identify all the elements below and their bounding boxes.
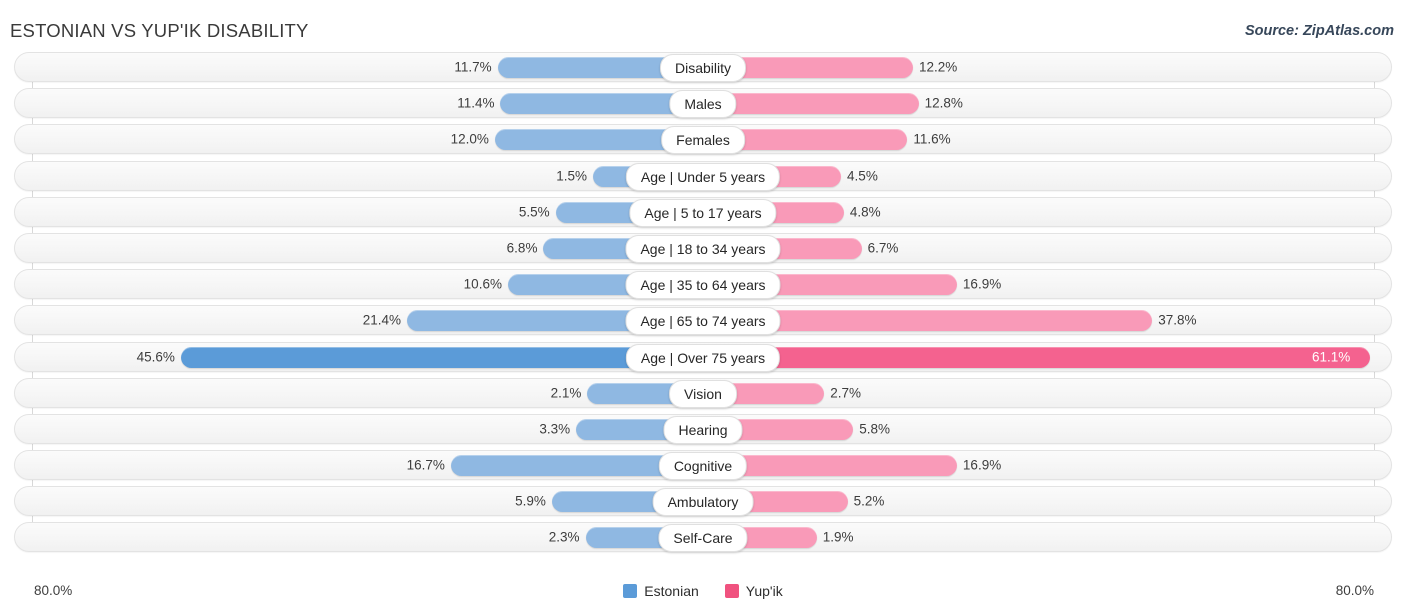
value-label-yupik: 2.7% [830,385,861,401]
value-label-estonian: 2.3% [548,529,580,545]
legend-item[interactable]: Yup'ik [724,580,783,602]
value-label-yupik: 12.2% [919,59,958,75]
value-label-yupik: 6.7% [867,240,899,256]
table-row[interactable]: 10.6% 16.9% Age | 35 to 64 years [14,269,1392,300]
category-label-pill: Hearing [663,415,743,444]
value-label-estonian: 1.5% [556,168,587,184]
category-label-pill: Males [669,90,737,119]
value-label-yupik: 61.1% [1312,349,1351,364]
value-label-estonian: 2.1% [550,385,582,401]
value-label-estonian: 3.3% [539,421,571,437]
value-label-yupik: 4.8% [849,204,881,220]
bar-yupik [703,346,1370,368]
table-row[interactable]: 2.1% 2.7% Vision [14,377,1392,408]
value-label-estonian: 16.7% [406,457,445,473]
legend-label: Yup'ik [745,583,783,599]
table-row[interactable]: 11.4% 12.8% Males [14,88,1392,119]
value-label-yupik: 5.2% [853,493,885,509]
category-label-pill: Age | 65 to 74 years [625,307,781,336]
legend-label: Estonian [644,583,699,599]
table-row[interactable]: 6.8% 6.7% Age | 18 to 34 years [14,232,1392,263]
table-row[interactable]: 21.4% 37.8% Age | 65 to 74 years [14,305,1392,336]
value-label-estonian: 5.5% [518,204,550,220]
bar-estonian [180,346,703,368]
source-attribution: Source: ZipAtlas.com [1244,23,1394,39]
value-label-yupik: 16.9% [962,457,1002,473]
category-label-pill: Disability [659,54,747,82]
value-label-estonian: 12.0% [450,131,489,147]
legend-swatch [623,584,638,598]
table-row[interactable]: 16.7% 16.9% Cognitive [14,450,1392,481]
legend-item[interactable]: Estonian [623,580,699,602]
value-label-yupik: 37.8% [1158,312,1197,328]
page-title: ESTONIAN VS YUP'IK DISABILITY [10,20,309,41]
chart-legend: Estonian Yup'ik [14,580,1392,602]
category-label-pill: Cognitive [658,452,748,481]
value-label-estonian: 6.8% [506,240,538,256]
category-label-pill: Age | 5 to 17 years [629,198,777,227]
table-row[interactable]: 5.9% 5.2% Ambulatory [14,486,1392,517]
category-label-pill: Age | 35 to 64 years [625,271,781,300]
table-row[interactable]: 2.3% 1.9% Self-Care [14,522,1392,553]
table-row[interactable]: 12.0% 11.6% Females [14,124,1392,155]
category-label-pill: Females [661,126,745,155]
table-row[interactable]: 45.6% 61.1% Age | Over 75 years [14,341,1392,372]
value-label-estonian: 5.9% [515,493,546,509]
category-label-pill: Ambulatory [652,488,754,517]
value-label-yupik: 5.8% [859,421,890,437]
chart-header: ESTONIAN VS YUP'IK DISABILITY Source: Zi… [0,0,1406,52]
category-label-pill: Age | 18 to 34 years [625,234,781,263]
category-label-pill: Self-Care [658,524,748,553]
value-label-yupik: 16.9% [962,276,1002,292]
legend-swatch [724,584,739,598]
value-label-yupik: 11.6% [913,131,951,147]
table-row[interactable]: 1.5% 4.5% Age | Under 5 years [14,160,1392,191]
table-row[interactable]: 3.3% 5.8% Hearing [14,413,1392,444]
category-label-pill: Age | Under 5 years [625,162,781,191]
value-label-estonian: 45.6% [136,349,175,364]
value-label-yupik: 4.5% [847,168,878,184]
bar-rows-container: 11.7% 12.2% Disability 11.4% 12.8% Males 12.0%… [14,52,1392,553]
value-label-estonian: 21.4% [362,312,402,328]
chart-plot-area: 11.7% 12.2% Disability 11.4% 12.8% Males 12.0%… [14,52,1392,560]
category-label-pill: Age | Over 75 years [625,343,781,372]
value-label-estonian: 10.6% [463,276,502,292]
value-label-estonian: 11.4% [457,95,495,111]
category-label-pill: Vision [669,379,737,408]
value-label-yupik: 1.9% [822,529,854,545]
value-label-estonian: 11.7% [454,59,492,75]
table-row[interactable]: 11.7% 12.2% Disability [14,52,1392,82]
value-label-yupik: 12.8% [924,95,963,111]
table-row[interactable]: 5.5% 4.8% Age | 5 to 17 years [14,196,1392,227]
chart-footer: 80.0% 80.0% Estonian Yup'ik [14,580,1392,602]
